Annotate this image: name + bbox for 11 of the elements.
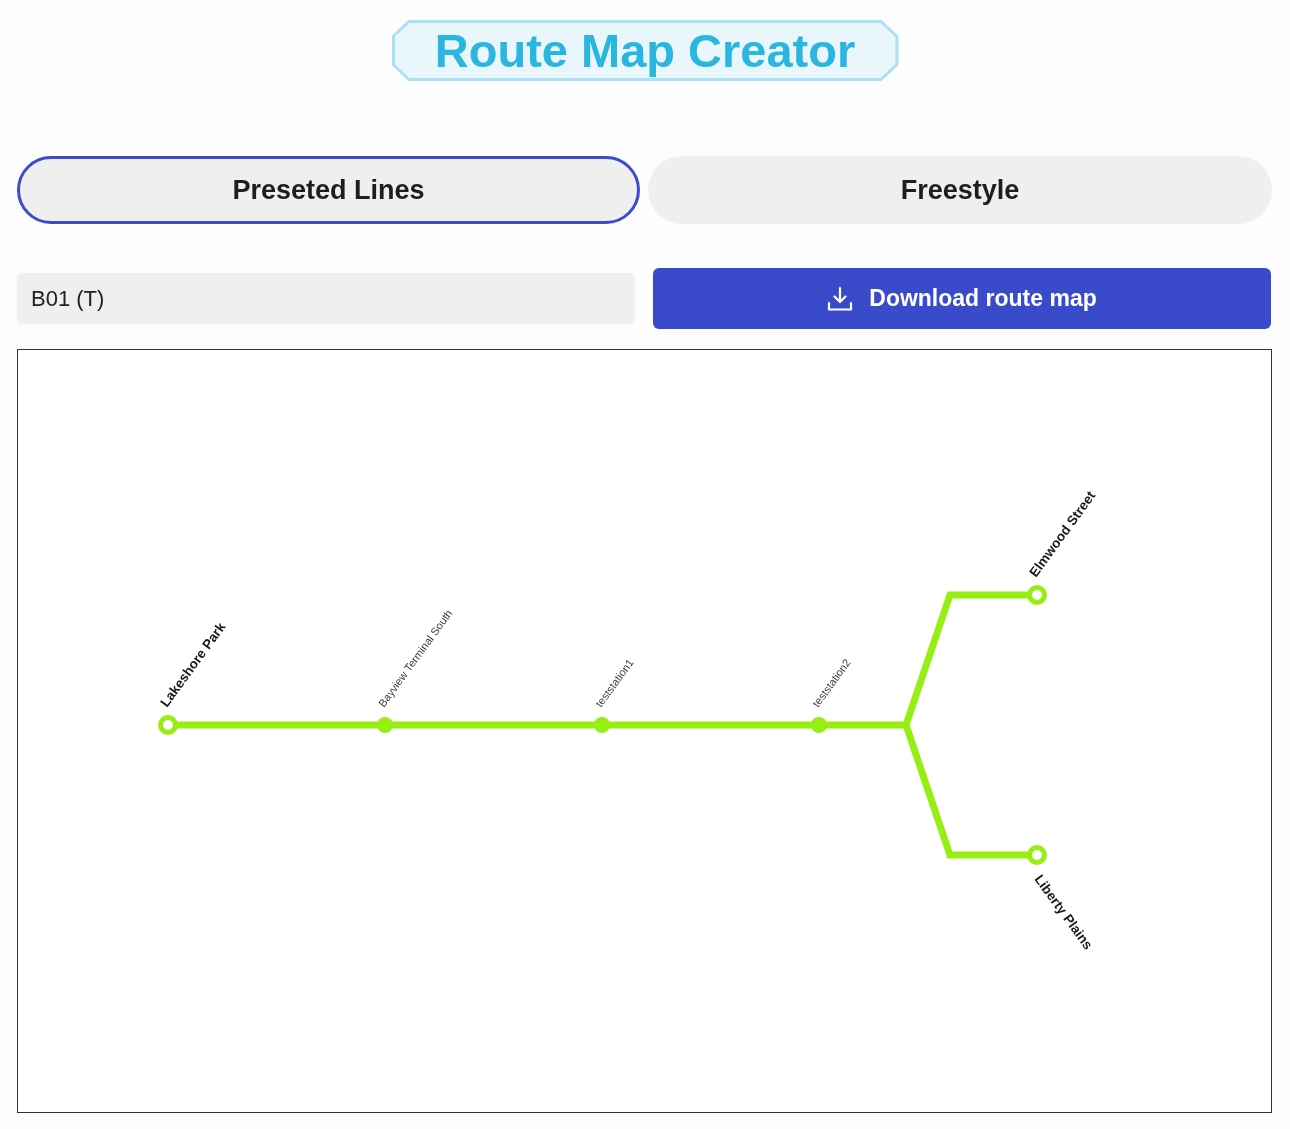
terminus-ring-icon — [1027, 585, 1047, 605]
station-dot-icon — [594, 717, 610, 733]
download-icon — [827, 285, 854, 312]
terminus-ring-icon — [1027, 845, 1047, 865]
terminus-ring-icon — [158, 715, 178, 735]
download-button[interactable]: Download route map — [653, 268, 1271, 329]
mode-tab[interactable]: Preseted Lines — [17, 156, 640, 224]
line-select[interactable]: B01 (T) — [17, 273, 635, 324]
station-dot-icon — [377, 717, 393, 733]
mode-tab[interactable]: Freestyle — [648, 156, 1272, 224]
station-dot-icon — [811, 717, 827, 733]
